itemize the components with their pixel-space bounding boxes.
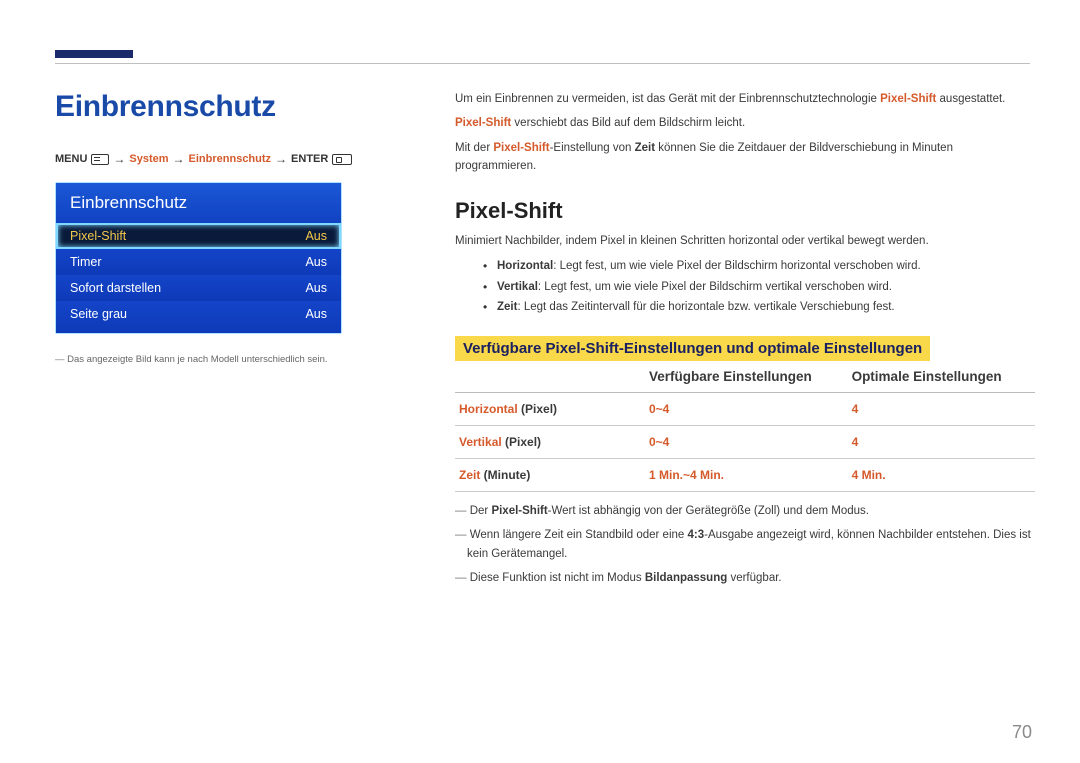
t: Horizontal (497, 260, 553, 272)
t: 4 (848, 426, 1035, 459)
t: 0~4 (645, 426, 848, 459)
t: verschiebt das Bild auf dem Bildschirm l… (511, 117, 745, 129)
bullet-zeit: Zeit: Legt das Zeitintervall für die hor… (483, 297, 1035, 318)
t: Zeit (497, 301, 517, 313)
t: Horizontal (459, 402, 518, 416)
table-notes: Der Pixel-Shift-Wert ist abhängig von de… (455, 502, 1035, 588)
breadcrumb: MENU → System → Einbrennschutz → ENTER (55, 152, 400, 166)
t: Diese Funktion ist nicht im Modus (470, 572, 645, 584)
t: Vertikal (459, 435, 502, 449)
settings-table: Verfügbare Einstellungen Optimale Einste… (455, 363, 1035, 492)
t: 0~4 (645, 393, 848, 426)
t: ausgestattet. (936, 93, 1005, 105)
t: Vertikal (497, 281, 538, 293)
t: Zeit (459, 468, 480, 482)
bullet-horizontal: Horizontal: Legt fest, um wie viele Pixe… (483, 256, 1035, 277)
th-optimal: Optimale Einstellungen (848, 363, 1035, 393)
note3: Diese Funktion ist nicht im Modus Bildan… (455, 569, 1035, 587)
osd-row-sofort[interactable]: Sofort darstellen Aus (56, 275, 341, 301)
t: Zeit (635, 142, 655, 154)
t: : Legt fest, um wie viele Pixel der Bild… (538, 281, 892, 293)
t: : Legt fest, um wie viele Pixel der Bild… (553, 260, 921, 272)
page-number: 70 (1012, 722, 1032, 743)
table-highlight: Verfügbare Pixel-Shift-Einstellungen und… (455, 336, 930, 361)
intro-line3: Mit der Pixel-Shift-Einstellung von Zeit… (455, 139, 1035, 176)
osd-row-value: Aus (305, 307, 327, 321)
t: 4 Min. (848, 459, 1035, 492)
bullet-vertikal: Vertikal: Legt fest, um wie viele Pixel … (483, 277, 1035, 298)
t: Pixel-Shift (880, 93, 936, 105)
section-desc: Minimiert Nachbilder, indem Pixel in kle… (455, 232, 1035, 250)
th-available: Verfügbare Einstellungen (645, 363, 848, 393)
arrow-icon: → (275, 152, 287, 166)
footnote-model: Das angezeigte Bild kann je nach Modell … (55, 354, 400, 366)
osd-title: Einbrennschutz (56, 183, 341, 223)
osd-row-value: Aus (305, 229, 327, 243)
osd-row-pixel-shift[interactable]: Pixel-Shift Aus (56, 223, 341, 249)
arrow-icon: → (173, 152, 185, 166)
th-blank (455, 363, 645, 393)
osd-row-label: Timer (70, 255, 101, 269)
t: Um ein Einbrennen zu vermeiden, ist das … (455, 93, 880, 105)
table-row: Zeit (Minute) 1 Min.~4 Min. 4 Min. (455, 459, 1035, 492)
table-row: Horizontal (Pixel) 0~4 4 (455, 393, 1035, 426)
t: Pixel-Shift (491, 505, 547, 517)
arrow-icon: → (113, 152, 125, 166)
t: Der (470, 505, 492, 517)
osd-row-timer[interactable]: Timer Aus (56, 249, 341, 275)
breadcrumb-menu: MENU (55, 153, 87, 165)
t: Pixel-Shift (455, 117, 511, 129)
table-row: Vertikal (Pixel) 0~4 4 (455, 426, 1035, 459)
t: 4 (848, 393, 1035, 426)
t: : Legt das Zeitintervall für die horizon… (517, 301, 894, 313)
t: (Pixel) (502, 435, 541, 449)
t: Pixel-Shift (493, 142, 549, 154)
osd-row-value: Aus (305, 281, 327, 295)
section-heading: Pixel-Shift (455, 198, 1035, 224)
t: Bildanpassung (645, 572, 727, 584)
osd-row-seite-grau[interactable]: Seite grau Aus (56, 301, 341, 333)
breadcrumb-item: Einbrennschutz (189, 153, 272, 165)
t: Mit der (455, 142, 493, 154)
breadcrumb-enter: ENTER (291, 153, 328, 165)
osd-panel: Einbrennschutz Pixel-Shift Aus Timer Aus… (55, 182, 342, 334)
t: (Pixel) (518, 402, 557, 416)
page-title: Einbrennschutz (55, 90, 400, 124)
osd-row-value: Aus (305, 255, 327, 269)
bullet-list: Horizontal: Legt fest, um wie viele Pixe… (483, 256, 1035, 318)
section-marker (55, 50, 133, 58)
enter-icon (332, 154, 352, 165)
note1: Der Pixel-Shift-Wert ist abhängig von de… (455, 502, 1035, 520)
breadcrumb-system: System (129, 153, 168, 165)
t: Wenn längere Zeit ein Standbild oder ein… (470, 529, 688, 541)
note2: Wenn längere Zeit ein Standbild oder ein… (455, 526, 1035, 563)
osd-row-label: Seite grau (70, 307, 127, 321)
menu-icon (91, 154, 109, 165)
intro-line2: Pixel-Shift verschiebt das Bild auf dem … (455, 114, 1035, 132)
top-rule (55, 63, 1030, 64)
intro-line1: Um ein Einbrennen zu vermeiden, ist das … (455, 90, 1035, 108)
osd-row-label: Sofort darstellen (70, 281, 161, 295)
t: -Wert ist abhängig von der Gerätegröße (… (548, 505, 869, 517)
osd-row-label: Pixel-Shift (70, 229, 126, 243)
t: 1 Min.~4 Min. (645, 459, 848, 492)
t: verfügbar. (727, 572, 781, 584)
t: 4:3 (688, 529, 705, 541)
t: -Einstellung von (550, 142, 635, 154)
t: (Minute) (480, 468, 530, 482)
